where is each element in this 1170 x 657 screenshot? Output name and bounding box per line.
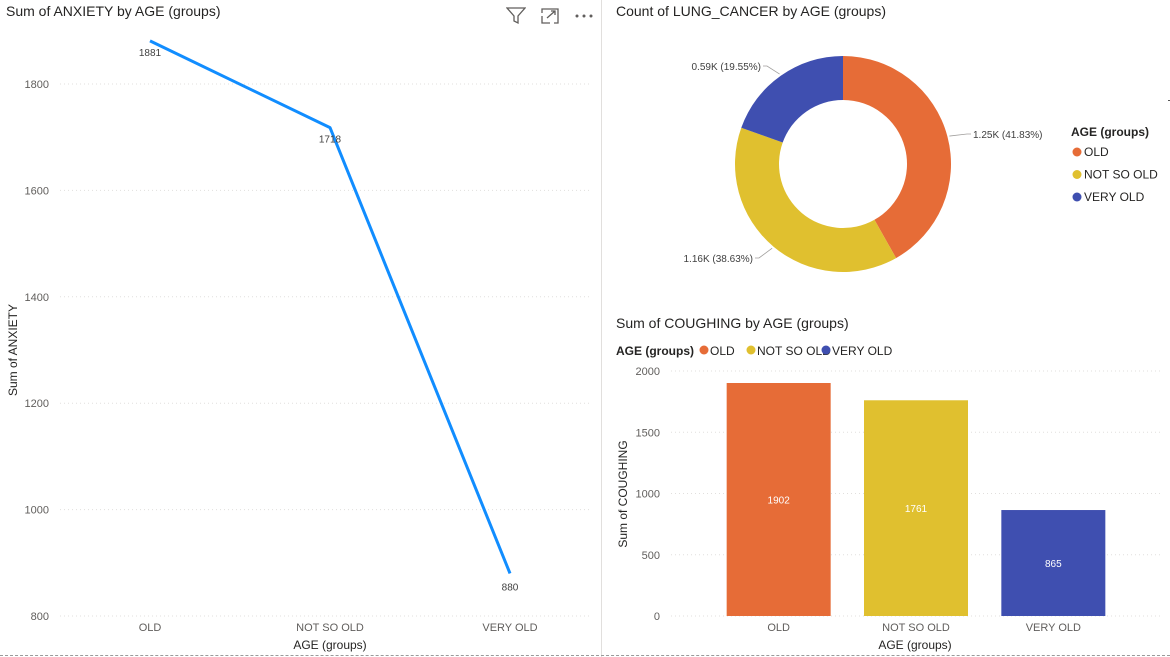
x-tick-label: OLD	[767, 622, 790, 634]
anxiety-line-chart-visual[interactable]: Sum of ANXIETY by AGE (groups) 800 1000 12…	[0, 0, 600, 655]
data-label: 1881	[139, 48, 162, 59]
legend-label: OLD	[710, 344, 735, 358]
y-tick-label: 2000	[636, 366, 660, 378]
donut-data-label: 1.25K (41.83%)	[973, 130, 1043, 141]
leader-line	[763, 65, 780, 75]
legend-marker	[1072, 147, 1082, 157]
lung-cancer-donut-visual[interactable]: Count of LUNG_CANCER by AGE (groups) 1.2…	[603, 0, 1168, 305]
y-axis-title: Sum of COUGHING	[616, 440, 630, 547]
y-tick-label: 1200	[25, 398, 49, 410]
bar-data-label: 865	[1045, 559, 1062, 570]
visual-divider	[601, 0, 602, 657]
y-axis-title: Sum of ANXIETY	[6, 304, 20, 396]
x-axis-title: AGE (groups)	[878, 638, 951, 652]
y-tick-label: 1000	[25, 505, 49, 517]
y-tick-label: 1600	[25, 185, 49, 197]
legend-marker	[821, 345, 831, 355]
anxiety-line-plot: 800 1000 1200 1400 1600 1800 OLD NOT SO OLD VERY…	[6, 39, 590, 652]
x-axis-title: AGE (groups)	[293, 638, 366, 652]
legend-label: NOT SO OLD	[1084, 168, 1158, 182]
coughing-bar-plot: AGE (groups) OLD NOT SO OLD VERY OLD0500100…	[616, 344, 1163, 652]
x-tick-label: NOT SO OLD	[296, 622, 364, 634]
y-tick-label: 800	[31, 611, 49, 623]
y-tick-label: 0	[654, 611, 660, 623]
x-tick-label: VERY OLD	[482, 622, 537, 634]
y-tick-label: 500	[642, 550, 660, 562]
y-tick-label: 1400	[25, 292, 49, 304]
legend-title: AGE (groups)	[1071, 125, 1149, 139]
bar-data-label: 1902	[768, 496, 791, 507]
legend-marker	[746, 345, 756, 355]
legend-label: VERY OLD	[1084, 190, 1145, 204]
y-tick-label: 1800	[25, 79, 49, 91]
legend-label: VERY OLD	[832, 344, 893, 358]
coughing-bar-chart-visual[interactable]: Sum of COUGHING by AGE (groups) AGE (gro…	[603, 308, 1168, 655]
bar-data-label: 1761	[905, 504, 928, 515]
leader-line	[755, 247, 773, 259]
donut-slice-not-so-old	[735, 127, 897, 272]
data-label: 1718	[319, 135, 342, 146]
legend-title: AGE (groups)	[616, 344, 694, 358]
legend-marker	[1072, 192, 1082, 202]
y-tick-label: 1000	[636, 489, 660, 501]
page-bottom-border	[0, 655, 1170, 656]
legend-marker	[1072, 170, 1082, 179]
anxiety-series-line	[149, 39, 512, 575]
lung-cancer-donut-plot: 1.25K (41.83%) 1.16K (38.63%) 0.59K (19.55…	[684, 55, 1158, 272]
legend-label: OLD	[1084, 145, 1109, 159]
y-tick-label: 1500	[636, 427, 660, 439]
donut-data-label: 0.59K (19.55%)	[692, 62, 762, 73]
x-tick-label: NOT SO OLD	[882, 622, 950, 634]
x-tick-label: VERY OLD	[1026, 622, 1081, 634]
x-tick-label: OLD	[139, 622, 162, 634]
data-label: 880	[502, 582, 519, 593]
legend-marker	[699, 345, 709, 355]
donut-data-label: 1.16K (38.63%)	[684, 254, 754, 265]
legend-label: NOT SO OLD	[757, 344, 831, 358]
leader-line	[949, 133, 971, 137]
